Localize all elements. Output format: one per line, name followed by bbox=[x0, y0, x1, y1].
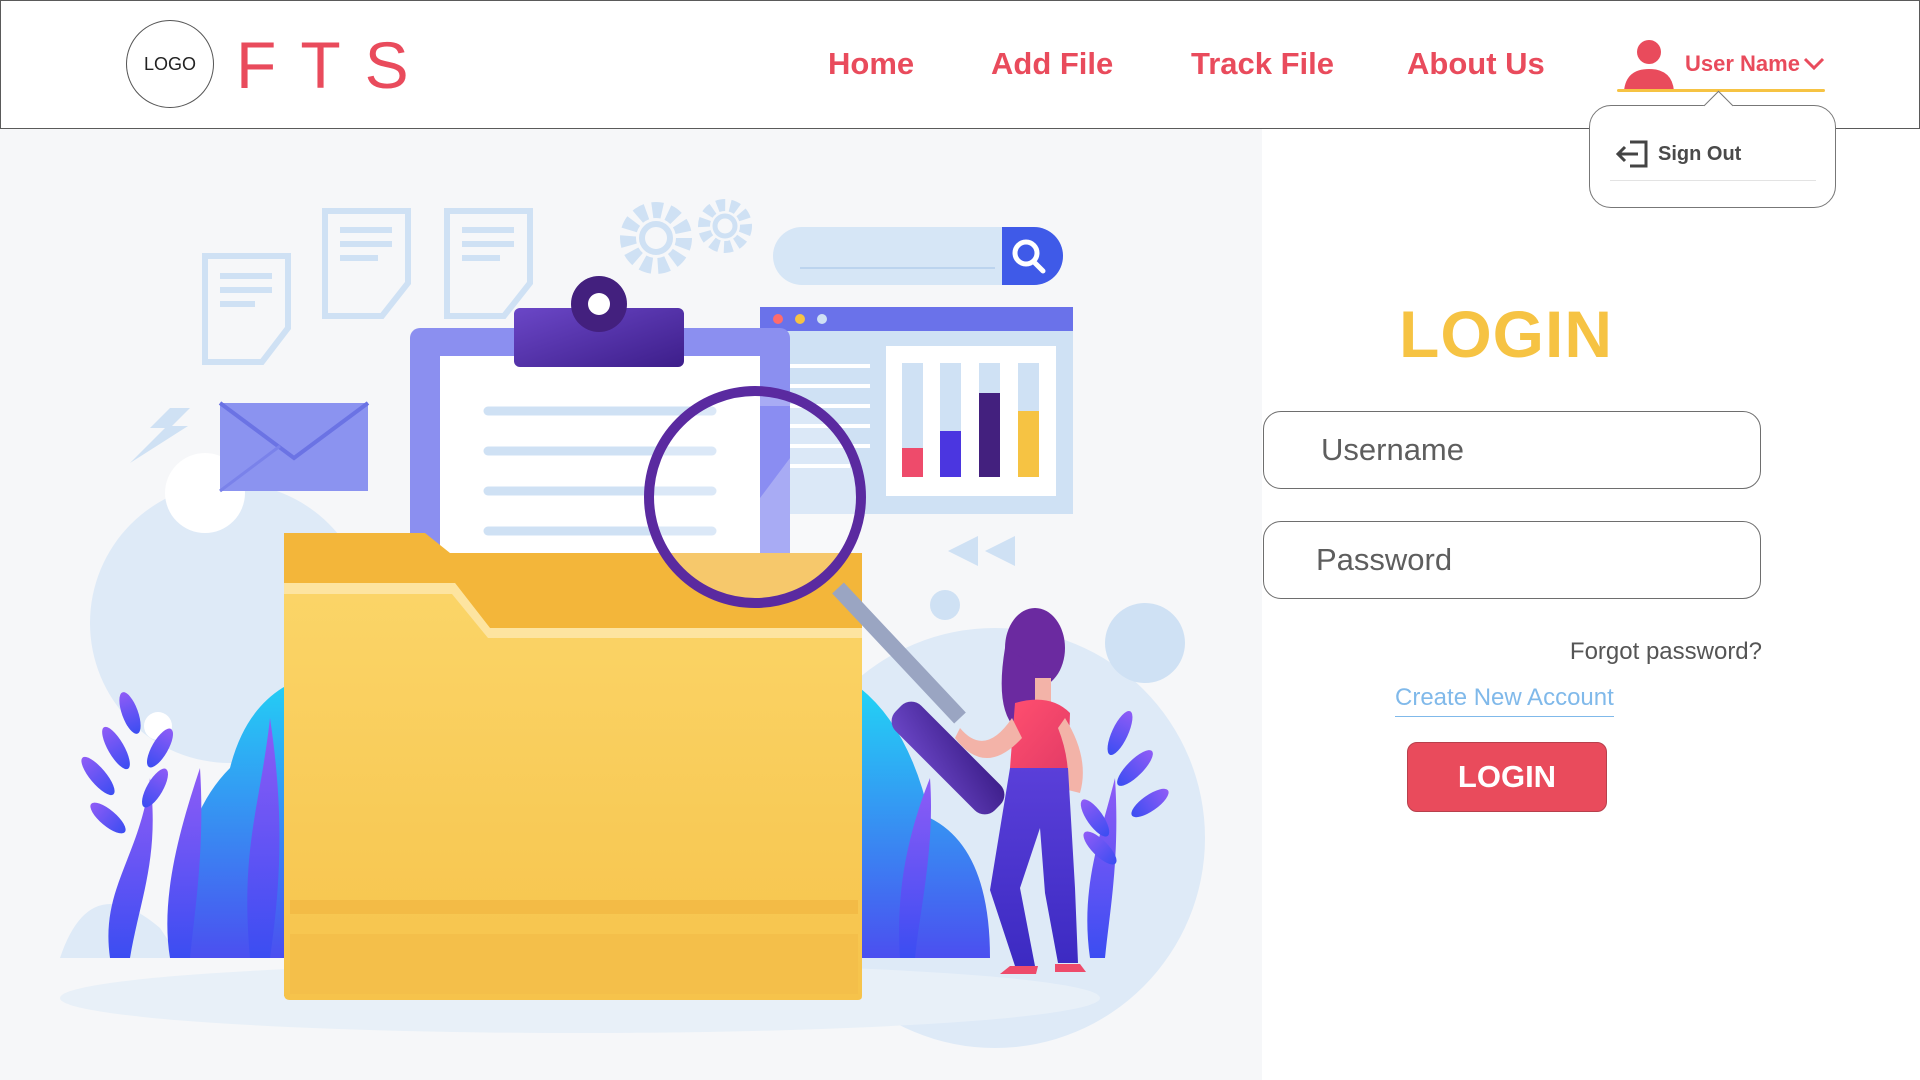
logo[interactable]: LOGO bbox=[126, 20, 214, 108]
login-button[interactable]: LOGIN bbox=[1407, 742, 1607, 812]
hero-illustration bbox=[0, 128, 1262, 1080]
password-input[interactable] bbox=[1264, 522, 1760, 598]
nav-track-file[interactable]: Track File bbox=[1191, 44, 1334, 84]
username-input[interactable] bbox=[1264, 412, 1760, 488]
user-menu[interactable]: User Name bbox=[1617, 37, 1827, 97]
username-field[interactable] bbox=[1263, 411, 1761, 489]
nav-add-file[interactable]: Add File bbox=[991, 44, 1113, 84]
divider bbox=[1610, 180, 1816, 181]
user-icon bbox=[1624, 40, 1674, 91]
password-field[interactable] bbox=[1263, 521, 1761, 599]
nav-home[interactable]: Home bbox=[828, 44, 914, 84]
create-account-link[interactable]: Create New Account bbox=[1395, 684, 1614, 717]
nav-about-us[interactable]: About Us bbox=[1407, 44, 1545, 84]
login-title: LOGIN bbox=[1399, 297, 1613, 371]
brand-name: FTS bbox=[236, 28, 433, 102]
chevron-down-icon bbox=[1803, 57, 1825, 71]
user-underline bbox=[1617, 89, 1825, 92]
user-dropdown: Sign Out bbox=[1589, 90, 1836, 208]
user-name: User Name bbox=[1685, 51, 1800, 76]
sign-out-icon bbox=[1615, 140, 1648, 168]
sign-out-item[interactable]: Sign Out bbox=[1614, 138, 1814, 178]
sign-out-label: Sign Out bbox=[1658, 143, 1742, 165]
forgot-password-link[interactable]: Forgot password? bbox=[1500, 638, 1762, 666]
file-search-illustration bbox=[60, 199, 1205, 1048]
